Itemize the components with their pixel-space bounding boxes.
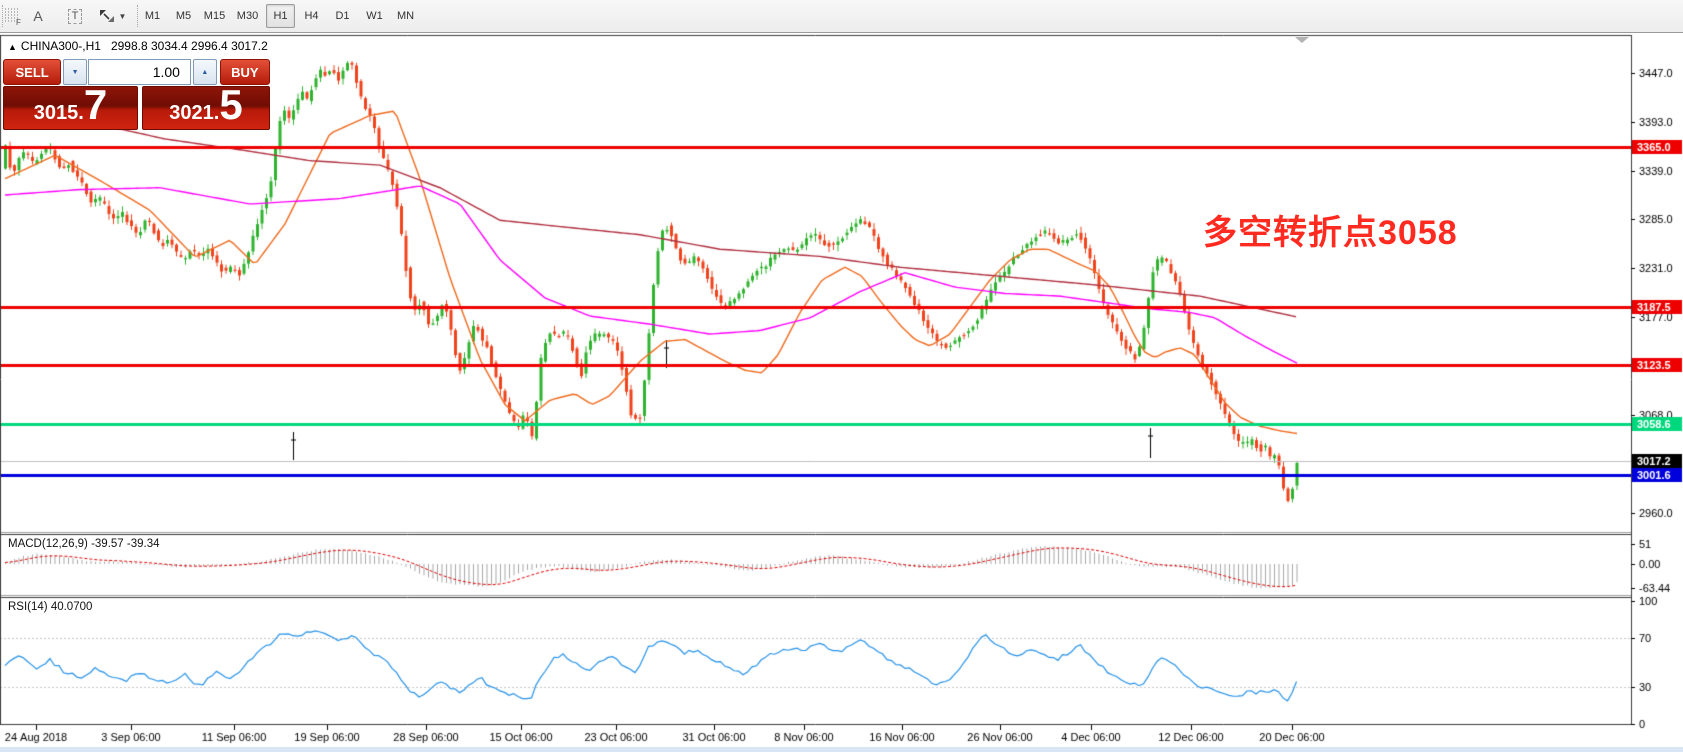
chevron-down-icon: ▼ <box>118 11 127 21</box>
boxed-t-icon: T <box>67 8 83 24</box>
text-label-tool-button[interactable]: A <box>28 4 48 28</box>
ask-fraction: 5 <box>219 81 243 128</box>
letter-a-icon: A <box>33 8 43 24</box>
timeframe-m30-button[interactable]: M30 <box>233 4 262 28</box>
chart-text-annotation: 多空转折点3058 <box>1203 214 1458 252</box>
timeframe-mn-button[interactable]: MN <box>391 4 420 28</box>
bid-integer: 3015 <box>33 102 79 124</box>
ohlc-values: 2998.8 3034.4 2996.4 3017.2 <box>110 39 268 53</box>
timeframe-m1-button[interactable]: M1 <box>138 4 167 28</box>
volume-increase-button[interactable]: ▲ <box>192 59 217 85</box>
trading-app-window: F A T ▼ M1 M5 M15 M30 H1 H4 D1 W1 MN ▲ CH… <box>0 0 1683 752</box>
bid-fraction: 7 <box>83 81 108 128</box>
chart-shift-marker-icon[interactable] <box>1295 37 1309 43</box>
ask-price-panel[interactable]: 3021. 5 <box>142 81 270 130</box>
timeframe-d1-button[interactable]: D1 <box>328 4 357 28</box>
timeframe-w1-button[interactable]: W1 <box>360 4 389 28</box>
sell-button[interactable]: SELL <box>3 59 62 85</box>
toolbar: F A T ▼ M1 M5 M15 M30 H1 H4 D1 W1 MN <box>0 0 1683 33</box>
bid-price-panel[interactable]: 3015. 7 <box>3 81 138 130</box>
macd-indicator-label: MACD(12,26,9) -39.57 -39.34 <box>8 538 160 550</box>
timeframe-h4-button[interactable]: H4 <box>297 4 326 28</box>
symbol-period-label: CHINA300-,H1 <box>20 39 101 53</box>
svg-text:F: F <box>16 18 21 26</box>
rsi-indicator-label: RSI(14) 40.0700 <box>8 601 93 613</box>
ask-integer: 3021 <box>169 102 214 124</box>
timeframe-m5-button[interactable]: M5 <box>169 4 198 28</box>
one-click-trading-panel: SELL ▼ ▲ BUY 3015.7 3021.5 <box>3 59 270 130</box>
textbox-tool-button[interactable]: T <box>63 4 87 28</box>
cursor-tool-button[interactable]: ▼ <box>94 4 130 28</box>
diagonal-arrows-icon <box>99 10 114 22</box>
timeframe-h1-button[interactable]: H1 <box>266 4 295 28</box>
timeframe-m15-button[interactable]: M15 <box>200 4 229 28</box>
chart-header: ▲ CHINA300-,H1 2998.8 3034.4 2996.4 3017.2 <box>8 39 268 53</box>
grid-f-icon[interactable]: F <box>2 4 24 28</box>
collapse-triangle-icon[interactable]: ▲ <box>8 42 17 52</box>
